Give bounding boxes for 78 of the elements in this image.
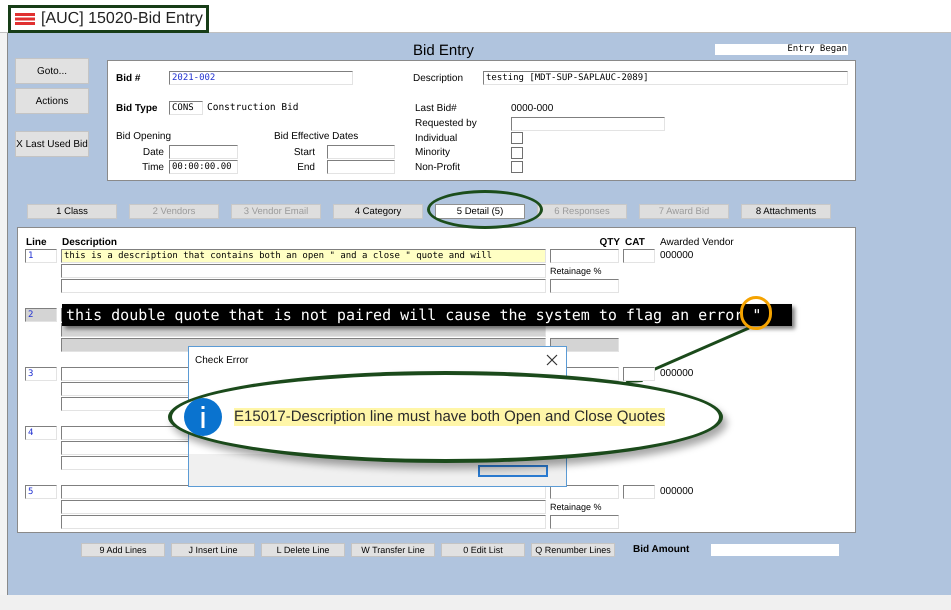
side-button[interactable]: X Last Used Bid [15, 131, 89, 157]
field-label: Retainage % [550, 502, 602, 512]
input-field[interactable] [327, 160, 395, 174]
action-button[interactable]: W Transfer Line [351, 542, 435, 556]
section-label: Bid Opening [116, 130, 172, 144]
vendor-code: 000000 [660, 249, 694, 263]
action-button[interactable]: 9 Add Lines [81, 542, 165, 556]
tab[interactable]: 5 Detail (5) [435, 204, 525, 219]
status-field: Entry Began [715, 44, 848, 55]
field-label: Start [292, 146, 316, 160]
field-label: Requested by [415, 117, 478, 131]
column-header: CAT [624, 236, 646, 250]
cat-field[interactable] [623, 249, 655, 263]
field-label: Description [413, 72, 464, 86]
field-label: Minority [415, 146, 452, 160]
vendor-code: 000000 [660, 485, 694, 499]
tab[interactable]: 4 Category [333, 204, 423, 219]
field-label: Bid Type [116, 102, 158, 116]
dialog-button[interactable] [478, 465, 548, 477]
line-number-field[interactable]: 1 [25, 249, 57, 263]
field-label: End [296, 160, 316, 174]
bid-number-field[interactable]: 2021-002 [169, 71, 353, 85]
column-header: QTY [598, 236, 620, 250]
field-label: Time [141, 160, 165, 174]
retainage-field[interactable] [550, 515, 619, 529]
field-label: Last Bid# [415, 102, 458, 116]
cat-field[interactable] [623, 485, 655, 499]
cat-field[interactable] [623, 367, 655, 381]
field-label: Date [142, 146, 165, 160]
column-header: Description [62, 236, 118, 250]
description-field[interactable] [61, 515, 546, 529]
field-label: Retainage % [550, 266, 602, 276]
retainage-field[interactable] [550, 279, 619, 293]
description-field[interactable] [61, 264, 546, 278]
tab[interactable]: 8 Attachments [741, 204, 831, 219]
side-button[interactable]: Goto... [15, 58, 89, 84]
error-message: E15017-Description line must have both Open and Close Quotes [234, 408, 666, 426]
description-field[interactable] [61, 500, 546, 514]
column-header: Awarded Vendor [660, 236, 734, 250]
field-label: Bid # [116, 72, 142, 86]
action-button[interactable]: L Delete Line [261, 542, 345, 556]
bid-type-name: Construction Bid [207, 100, 299, 115]
field-label: Bid Amount [633, 543, 690, 557]
input-field[interactable] [169, 145, 238, 159]
description-field[interactable]: this is a description that contains both an open " and a close " quote and will [61, 249, 546, 263]
column-header: Line [26, 236, 48, 250]
qty-field[interactable] [550, 249, 619, 263]
input-field[interactable]: 00:00:00.00 [169, 160, 238, 174]
magnified-text-tooltip: this double quote that is not paired will cause the system to flag an error " [62, 304, 792, 326]
bid-amount-field[interactable] [711, 544, 839, 556]
line-number-field[interactable]: 5 [25, 485, 57, 499]
info-icon [184, 398, 222, 436]
action-button[interactable]: 0 Edit List [441, 542, 525, 556]
section-label: Bid Effective Dates [274, 130, 358, 144]
action-button[interactable]: J Insert Line [171, 542, 255, 556]
qty-field[interactable] [550, 485, 619, 499]
field-label: Non-Profit [415, 160, 462, 175]
field-label: Individual [415, 132, 458, 146]
description-field[interactable]: testing [MDT-SUP-SAPLAUC-2089] [483, 71, 848, 85]
close-button[interactable] [546, 354, 558, 366]
tab[interactable]: 1 Class [27, 204, 117, 219]
line-number-field[interactable]: 4 [25, 426, 57, 440]
input-field[interactable] [511, 116, 665, 130]
line-number-field[interactable]: 3 [25, 367, 57, 381]
checkbox[interactable] [511, 161, 523, 174]
side-button[interactable]: Actions [15, 88, 89, 114]
dialog-title: Check Error [195, 354, 248, 368]
vendor-code: 000000 [660, 367, 694, 381]
action-button[interactable]: Q Renumber Lines [531, 542, 615, 556]
bid-type-field[interactable]: CONS [169, 101, 203, 115]
checkbox[interactable] [511, 132, 523, 144]
app-icon [15, 13, 35, 25]
window-title: [AUC] 15020-Bid Entry [41, 11, 203, 27]
form-title: Bid Entry [413, 42, 474, 60]
input-field[interactable] [327, 145, 395, 159]
field-value: 0000-000 [511, 102, 554, 116]
description-field[interactable] [61, 279, 546, 293]
checkbox[interactable] [511, 146, 523, 159]
